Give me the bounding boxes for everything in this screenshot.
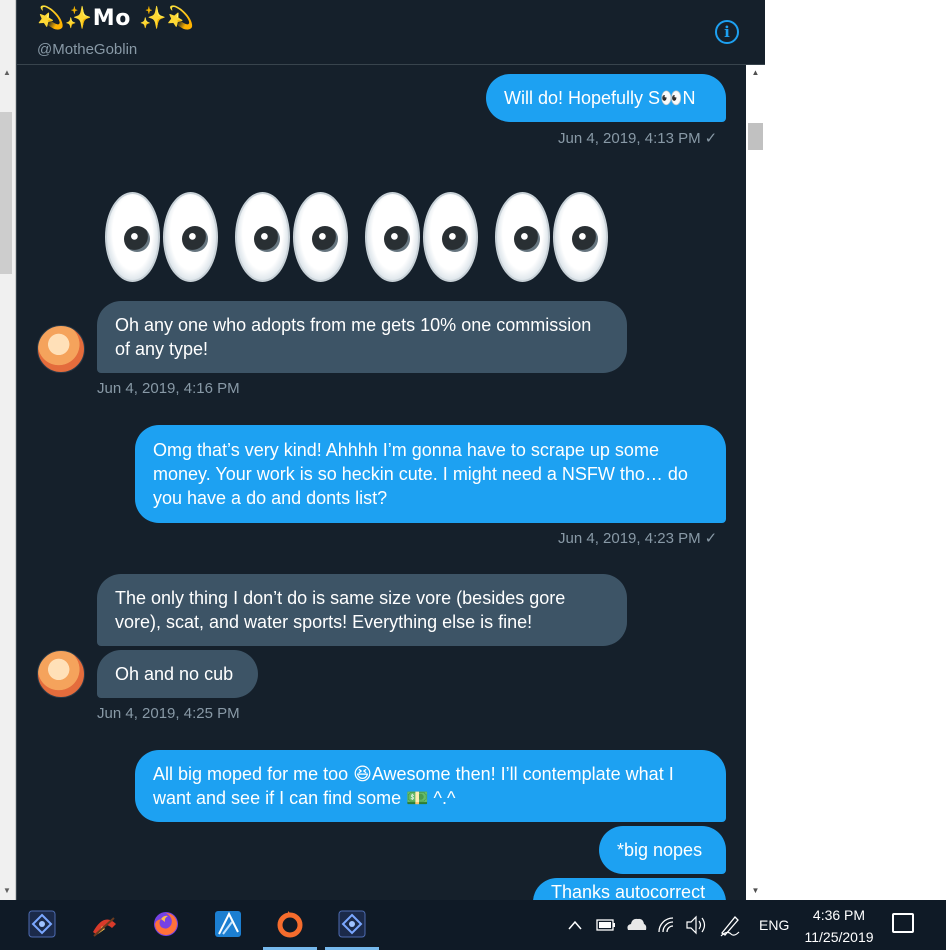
taskbar: ENG 4:36 PM 11/25/2019 bbox=[0, 900, 946, 950]
message-timestamp: Jun 4, 2019, 4:25 PM bbox=[97, 705, 240, 722]
message-bubble-sent[interactable]: *big nopes bbox=[599, 826, 726, 874]
message-bubble-received[interactable]: The only thing I don’t do is same size v… bbox=[97, 574, 627, 646]
conversation-scrollbar[interactable]: ▲ ▼ bbox=[746, 65, 765, 900]
message-list: Will do! Hopefully S👀N Jun 4, 2019, 4:13… bbox=[17, 65, 746, 900]
show-hidden-icons-chevron-icon[interactable] bbox=[567, 900, 583, 950]
conversation-header: 💫✨Mo ✨💫 @MotheGoblin i bbox=[17, 0, 765, 65]
eyes-emoji bbox=[235, 192, 351, 284]
eye-icon bbox=[235, 192, 290, 282]
name-emoji-left: 💫✨ bbox=[37, 6, 93, 31]
page-scrollbar[interactable]: ▲ ▼ bbox=[0, 0, 16, 900]
timestamp-text: Jun 4, 2019, 4:13 PM bbox=[558, 130, 701, 147]
clock-date: 11/25/2019 bbox=[804, 929, 874, 945]
eye-icon bbox=[365, 192, 420, 282]
eye-icon bbox=[553, 192, 608, 282]
message-timestamp: Jun 4, 2019, 4:16 PM bbox=[97, 380, 240, 397]
eye-icon bbox=[293, 192, 348, 282]
scroll-up-arrow-icon[interactable]: ▲ bbox=[746, 65, 765, 81]
onedrive-cloud-icon[interactable] bbox=[625, 900, 647, 950]
message-bubble-received[interactable]: Oh any one who adopts from me gets 10% o… bbox=[97, 301, 627, 373]
contact-name[interactable]: 💫✨Mo ✨💫 bbox=[37, 6, 195, 31]
affinity-photo-icon bbox=[28, 910, 56, 938]
contact-handle[interactable]: @MotheGoblin bbox=[37, 41, 137, 58]
message-bubble-received[interactable]: Oh and no cub bbox=[97, 650, 258, 698]
eye-icon bbox=[423, 192, 478, 282]
info-icon[interactable]: i bbox=[715, 20, 739, 44]
blank-page-area bbox=[764, 0, 946, 900]
taskbar-affinity-photo-2[interactable] bbox=[323, 900, 381, 950]
dm-conversation-panel: 💫✨Mo ✨💫 @MotheGoblin i Will do! Hopefull… bbox=[16, 0, 765, 900]
message-timestamp: Jun 4, 2019, 4:13 PM ✓ bbox=[558, 129, 717, 147]
conversation-scrollbar-thumb[interactable] bbox=[748, 123, 763, 150]
message-bubble-sent[interactable]: All big moped for me too 😆Awesome then! … bbox=[135, 750, 726, 822]
message-bubble-sent[interactable]: Thanks autocorrect bbox=[533, 878, 726, 900]
origin-icon bbox=[277, 911, 303, 938]
eyes-emoji bbox=[495, 192, 611, 284]
message-timestamp: Jun 4, 2019, 4:23 PM ✓ bbox=[558, 529, 717, 547]
read-check-icon: ✓ bbox=[704, 530, 718, 547]
avatar[interactable] bbox=[37, 650, 85, 698]
system-clock[interactable]: 4:36 PM 11/25/2019 bbox=[796, 906, 882, 947]
firefox-icon bbox=[154, 912, 178, 936]
eyes-emoji-message[interactable] bbox=[105, 192, 625, 284]
eye-icon bbox=[495, 192, 550, 282]
taskbar-paint-app[interactable] bbox=[75, 900, 133, 950]
scroll-down-arrow-icon[interactable]: ▼ bbox=[1, 884, 13, 898]
scroll-down-arrow-icon[interactable]: ▼ bbox=[746, 883, 765, 899]
eye-icon bbox=[163, 192, 218, 282]
battery-icon[interactable] bbox=[596, 900, 616, 950]
avatar[interactable] bbox=[37, 325, 85, 373]
paint-app-icon bbox=[93, 917, 116, 937]
timestamp-text: Jun 4, 2019, 4:23 PM bbox=[558, 530, 701, 547]
affinity-designer-icon bbox=[215, 911, 241, 937]
contact-name-text: Mo bbox=[92, 6, 131, 31]
pen-workspace-icon[interactable] bbox=[719, 900, 741, 950]
message-bubble-sent[interactable]: Will do! Hopefully S👀N bbox=[486, 74, 726, 122]
volume-icon[interactable] bbox=[685, 900, 707, 950]
taskbar-firefox[interactable] bbox=[137, 900, 195, 950]
action-center-notification-icon[interactable] bbox=[892, 913, 914, 933]
message-bubble-sent[interactable]: Omg that’s very kind! Ahhhh I’m gonna ha… bbox=[135, 425, 726, 523]
affinity-photo-icon bbox=[338, 910, 366, 938]
page-scrollbar-thumb[interactable] bbox=[0, 112, 12, 274]
eyes-emoji bbox=[365, 192, 481, 284]
wifi-icon[interactable] bbox=[657, 900, 675, 950]
scroll-up-arrow-icon[interactable]: ▲ bbox=[1, 66, 13, 80]
taskbar-affinity-photo[interactable] bbox=[13, 900, 71, 950]
clock-time: 4:36 PM bbox=[812, 907, 866, 923]
language-indicator[interactable]: ENG bbox=[759, 900, 789, 950]
read-check-icon: ✓ bbox=[704, 130, 718, 147]
name-emoji-right: ✨💫 bbox=[138, 6, 195, 31]
taskbar-affinity-designer[interactable] bbox=[199, 900, 257, 950]
eyes-emoji bbox=[105, 192, 221, 284]
eye-icon bbox=[105, 192, 160, 282]
taskbar-origin[interactable] bbox=[261, 900, 319, 950]
